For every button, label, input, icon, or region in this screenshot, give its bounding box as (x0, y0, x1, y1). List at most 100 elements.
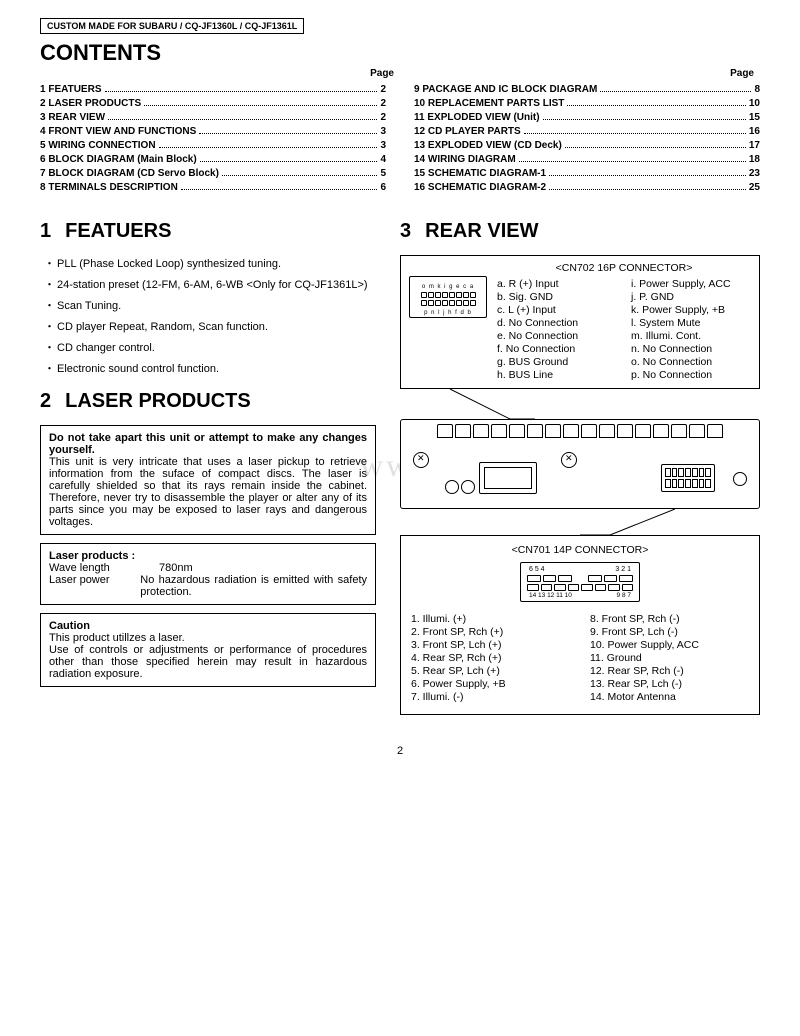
toc-row: 14 WIRING DIAGRAM18 (414, 154, 760, 165)
toc-row: 7 BLOCK DIAGRAM (CD Servo Block) 5 (40, 168, 386, 179)
screw-icon (561, 452, 577, 468)
toc-dots (549, 175, 746, 176)
toc-row: 4 FRONT VIEW AND FUNCTIONS3 (40, 126, 386, 137)
toc-label: 13 EXPLODED VIEW (CD Deck) (414, 140, 562, 151)
toc-label: 16 SCHEMATIC DIAGRAM-2 (414, 182, 546, 193)
toc-row: 6 BLOCK DIAGRAM (Main Block) 4 (40, 154, 386, 165)
toc-label: 10 REPLACEMENT PARTS LIST (414, 98, 564, 109)
section-3-heading: 3 REAR VIEW (400, 220, 760, 243)
caution-heading: Caution (49, 620, 367, 632)
toc-dots (524, 133, 746, 134)
toc-row: 9 PACKAGE AND IC BLOCK DIAGRAM8 (414, 84, 760, 95)
laser-spec-box: Laser products : Wave length 780nm Laser… (40, 543, 376, 605)
toc-page: 5 (380, 168, 386, 179)
toc-col-right: 9 PACKAGE AND IC BLOCK DIAGRAM8 10 REPLAC… (414, 81, 760, 196)
feature-item: Electronic sound control function. (44, 360, 376, 376)
feature-item: 24-station preset (12-FM, 6-AM, 6-WB <On… (44, 276, 376, 292)
pin-item: 2. Front SP, Rch (+) (411, 626, 570, 638)
toc-dots (600, 91, 751, 92)
toc-row: 8 TERMINALS DESCRIPTION6 (40, 182, 386, 193)
page-label-left: Page (40, 68, 400, 79)
toc-dots (222, 175, 378, 176)
toc-label: 12 CD PLAYER PARTS (414, 126, 521, 137)
cn701-label-bl: 14 13 12 11 10 (529, 592, 572, 599)
pin-item: f. No Connection (497, 343, 617, 355)
toc-label: 2 LASER PRODUCTS (40, 98, 141, 109)
port-circle (445, 480, 459, 494)
cn701-connector-figure: 6 5 4 3 2 1 14 13 12 11 10 9 8 7 (520, 562, 640, 602)
section-1-heading: 1 FEATUERS (40, 220, 376, 243)
toc-row: 12 CD PLAYER PARTS16 (414, 126, 760, 137)
pin-item: e. No Connection (497, 330, 617, 342)
toc-dots (549, 189, 746, 190)
toc-page: 15 (749, 112, 760, 123)
pin-item: 10. Power Supply, ACC (590, 639, 749, 651)
port-cn702 (479, 462, 537, 494)
pin-item: d. No Connection (497, 317, 617, 329)
toc-dots (159, 147, 378, 148)
pin-item: o. No Connection (631, 356, 751, 368)
toc-page: 17 (749, 140, 760, 151)
toc-page: 18 (749, 154, 760, 165)
pin-item: g. BUS Ground (497, 356, 617, 368)
toc-row: 2 LASER PRODUCTS 2 (40, 98, 386, 109)
toc-label: 11 EXPLODED VIEW (Unit) (414, 112, 540, 123)
toc-label: 15 SCHEMATIC DIAGRAM-1 (414, 168, 546, 179)
pin-item: m. Illumi. Cont. (631, 330, 751, 342)
toc-dots (567, 105, 745, 106)
laser-warning-box: Do not take apart this unit or attempt t… (40, 425, 376, 535)
toc-page: 23 (749, 168, 760, 179)
toc-dots (108, 119, 377, 120)
pin-item: a. R (+) Input (497, 278, 617, 290)
header-model-strip: CUSTOM MADE FOR SUBARU / CQ-JF1360L / CQ… (40, 18, 304, 34)
contents-heading: CONTENTS (40, 40, 760, 66)
rear-panel-figure (400, 419, 760, 509)
cn702-pins-bottom: p n l j h f d b (415, 309, 481, 317)
pin-item: l. System Mute (631, 317, 751, 329)
toc-label: 1 FEATUERS (40, 84, 102, 95)
pin-item: 11. Ground (590, 652, 749, 664)
laser-power-key: Laser power (49, 574, 140, 598)
leader-line-bottom (400, 509, 760, 535)
laser-spec-heading: Laser products : (49, 550, 367, 562)
toc-label: 4 FRONT VIEW AND FUNCTIONS (40, 126, 196, 137)
pin-item: 1. Illumi. (+) (411, 613, 570, 625)
pin-item: h. BUS Line (497, 369, 617, 381)
page-number: 2 (40, 745, 760, 757)
caution-body: This product utillzes a laser. Use of co… (49, 632, 367, 680)
screw-icon (413, 452, 429, 468)
cn701-connector-box: <CN701 14P CONNECTOR> 6 5 4 3 2 1 14 13 … (400, 535, 760, 715)
pin-item: c. L (+) Input (497, 304, 617, 316)
cn701-pins-col-left: 1. Illumi. (+)2. Front SP, Rch (+)3. Fro… (411, 612, 570, 704)
toc-page: 3 (380, 140, 386, 151)
pin-item: n. No Connection (631, 343, 751, 355)
toc-dots (199, 133, 377, 134)
toc-row: 1 FEATUERS 2 (40, 84, 386, 95)
toc-page: 2 (380, 84, 386, 95)
pin-item: j. P. GND (631, 291, 751, 303)
cn701-label-tr: 3 2 1 (615, 566, 631, 573)
toc-page: 8 (754, 84, 760, 95)
pin-item: 8. Front SP, Rch (-) (590, 613, 749, 625)
toc-label: 7 BLOCK DIAGRAM (CD Servo Block) (40, 168, 219, 179)
section-2-title: LASER PRODUCTS (65, 390, 251, 413)
toc-row: 16 SCHEMATIC DIAGRAM-225 (414, 182, 760, 193)
cn702-connector-box: o m k i g e c a p n l j h f d b <CN702 1… (400, 255, 760, 389)
pin-item: 3. Front SP, Lch (+) (411, 639, 570, 651)
toc-col-left: 1 FEATUERS22 LASER PRODUCTS23 REAR VIEW2… (40, 81, 386, 196)
section-3-number: 3 (400, 220, 411, 243)
toc-page: 6 (380, 182, 386, 193)
toc-page: 2 (380, 98, 386, 109)
section-2-heading: 2 LASER PRODUCTS (40, 390, 376, 413)
feature-item: CD player Repeat, Random, Scan function. (44, 318, 376, 334)
toc-page: 2 (380, 112, 386, 123)
toc-dots (181, 189, 378, 190)
section-2-number: 2 (40, 390, 51, 413)
page-label-right: Page (400, 68, 760, 79)
toc-dots (105, 91, 378, 92)
toc-label: 6 BLOCK DIAGRAM (Main Block) (40, 154, 197, 165)
toc-page: 4 (380, 154, 386, 165)
laser-wave-key: Wave length (49, 562, 159, 574)
laser-power-val: No hazardous radiation is emitted with s… (140, 574, 367, 598)
pin-item: 7. Illumi. (-) (411, 691, 570, 703)
